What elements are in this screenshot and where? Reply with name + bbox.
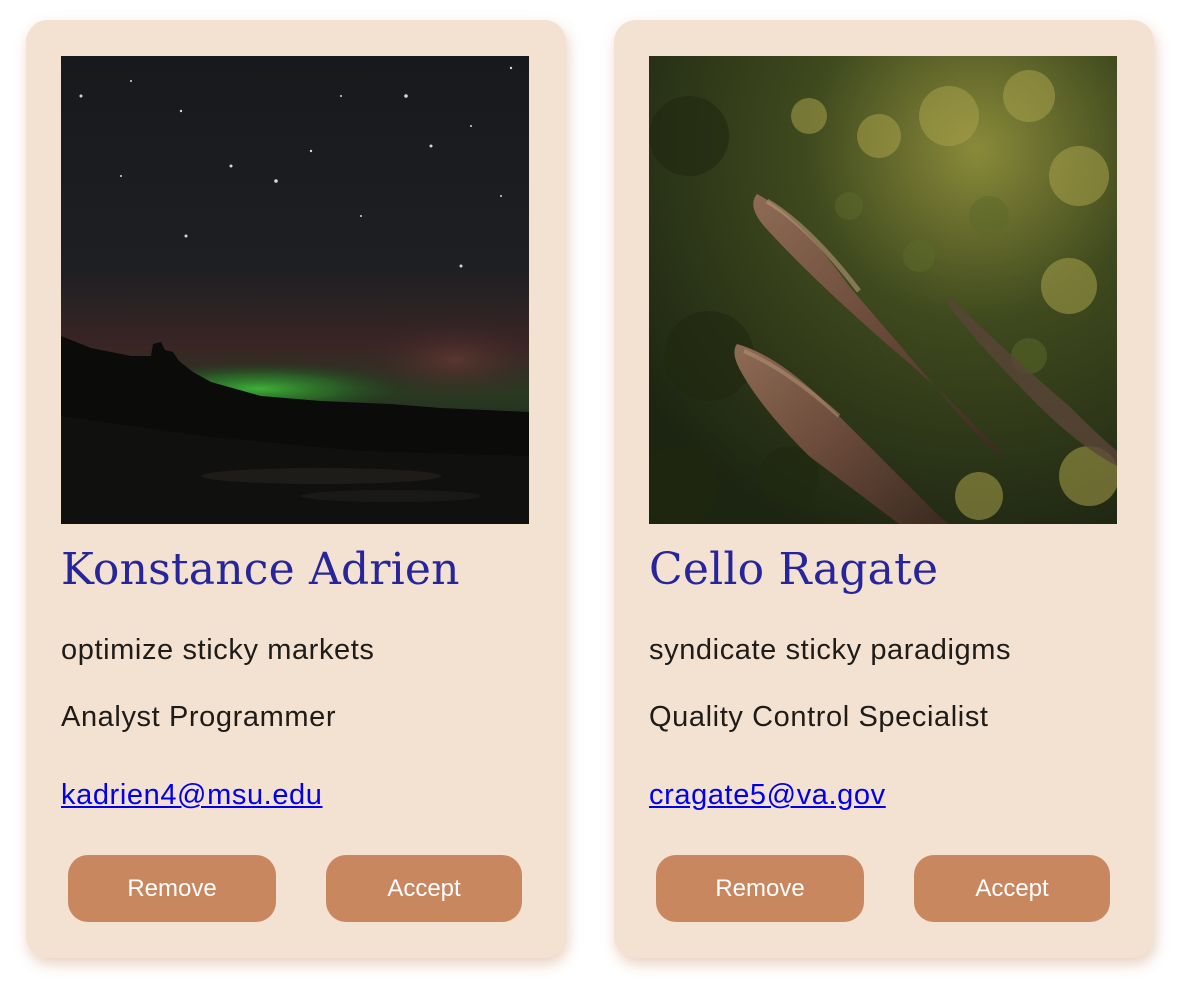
profile-email-link[interactable]: kadrien4@msu.edu [61,779,323,812]
profile-name: Cello Ragate [649,544,939,595]
profile-role: Analyst Programmer [61,701,337,733]
profile-tagline: syndicate sticky paradigms [649,634,1012,666]
profile-role: Quality Control Specialist [649,701,989,733]
profile-email-link[interactable]: cragate5@va.gov [649,779,886,812]
remove-button[interactable]: Remove [68,855,276,922]
accept-button[interactable]: Accept [326,855,522,922]
profile-photo [61,56,529,524]
remove-button[interactable]: Remove [656,855,864,922]
profile-name: Konstance Adrien [61,544,460,595]
profile-card: Konstance Adrien optimize sticky markets… [26,20,566,958]
profile-tagline: optimize sticky markets [61,634,375,666]
profile-photo [649,56,1117,524]
accept-button[interactable]: Accept [914,855,1110,922]
profile-card: Cello Ragate syndicate sticky paradigms … [614,20,1154,958]
